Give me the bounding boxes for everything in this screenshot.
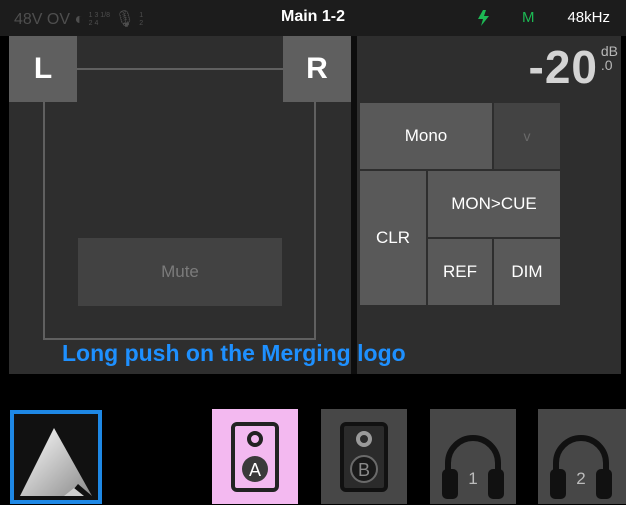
frame-line-right [314,68,316,340]
v-button[interactable]: v [494,103,560,169]
frame-line-left [43,68,45,340]
ref-button[interactable]: REF [428,239,492,305]
mon-cue-button[interactable]: MON>CUE [428,171,560,237]
power-icon [474,8,494,32]
frame-line-top [77,68,284,70]
level-unit: dB .0 [601,44,618,72]
speaker-b-label: B [357,460,370,480]
headphone-icon [442,435,504,499]
merging-logo-icon [20,428,92,496]
level-readout[interactable]: -20 [529,40,598,94]
hint-text: Long push on the Merging logo [62,340,406,366]
mono-button[interactable]: Mono [360,103,492,169]
headphone-icon [550,435,612,499]
level-unit-decimal: .0 [600,57,613,73]
merging-logo-button[interactable] [10,410,102,504]
speaker-b-button[interactable]: B [321,409,407,504]
speaker-a-icon [231,422,279,492]
status-bar: 48V OV ◐ 1 3 1/8 2 4 🎙 12 Main 1-2 M 48kH… [0,0,626,36]
speaker-a-button[interactable]: A [212,409,298,504]
headphone-1-label: 1 [468,469,478,488]
mute-button[interactable]: Mute [78,238,282,306]
sample-rate: 48kHz [567,9,610,26]
level-unit-db: dB [600,43,618,59]
speaker-a-label: A [248,460,261,480]
speaker-b-icon [340,422,388,492]
headphone-2-label: 2 [576,469,586,488]
clr-button[interactable]: CLR [360,171,426,305]
right-channel-button[interactable]: R [283,36,351,102]
left-channel-button[interactable]: L [9,36,77,102]
mode-indicator: M [522,9,535,26]
headphone-2-button[interactable]: 2 [538,409,626,504]
headphone-1-button[interactable]: 1 [430,409,516,504]
dim-button[interactable]: DIM [494,239,560,305]
